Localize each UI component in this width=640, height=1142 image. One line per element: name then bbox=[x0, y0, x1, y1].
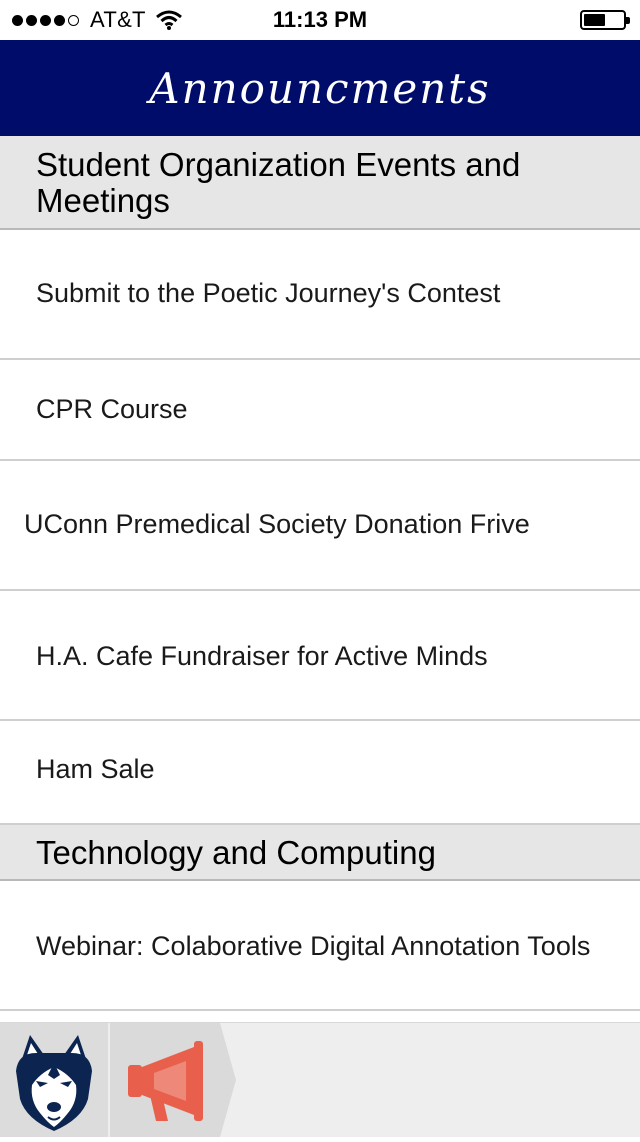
list-item[interactable]: Ham Sale bbox=[0, 721, 640, 823]
app-header: Announcments bbox=[0, 40, 640, 136]
list-item[interactable]: Submit to the Poetic Journey's Contest bbox=[0, 230, 640, 360]
item-title: H.A. Cafe Fundraiser for Active Minds bbox=[36, 641, 488, 671]
status-bar: AT&T 11:13 PM bbox=[0, 0, 640, 40]
tab-bar bbox=[0, 1022, 640, 1137]
item-title: Webinar: Colaborative Digital Annotation… bbox=[36, 931, 591, 961]
clock: 11:13 PM bbox=[272, 7, 368, 32]
section-header-student-organization: Student Organization Events and Meetings bbox=[0, 136, 640, 230]
megaphone-icon bbox=[110, 1023, 236, 1137]
battery-nub bbox=[626, 17, 630, 24]
section-title: Student Organization Events and Meetings bbox=[36, 146, 521, 219]
page-title: Announcments bbox=[149, 63, 491, 113]
list-item[interactable]: UConn Premedical Society Donation Frive bbox=[0, 461, 640, 591]
item-title: Ham Sale bbox=[36, 754, 155, 784]
list-item[interactable]: Webinar: Colaborative Digital Annotation… bbox=[0, 881, 640, 1011]
item-title: UConn Premedical Society Donation Frive bbox=[24, 509, 530, 539]
section-header-technology: Technology and Computing bbox=[0, 823, 640, 881]
item-title: Submit to the Poetic Journey's Contest bbox=[36, 278, 501, 308]
list-item[interactable]: H.A. Cafe Fundraiser for Active Minds bbox=[0, 591, 640, 721]
battery-fill bbox=[584, 14, 605, 26]
tab-home[interactable] bbox=[0, 1023, 108, 1137]
section-title: Technology and Computing bbox=[36, 834, 436, 871]
tab-announcements[interactable] bbox=[110, 1023, 236, 1137]
battery-icon bbox=[580, 10, 630, 30]
announcement-list[interactable]: Student Organization Events and Meetings… bbox=[0, 136, 640, 1022]
husky-logo-icon bbox=[16, 1035, 92, 1131]
item-title: CPR Course bbox=[36, 394, 188, 424]
list-item[interactable]: CPR Course bbox=[0, 360, 640, 461]
